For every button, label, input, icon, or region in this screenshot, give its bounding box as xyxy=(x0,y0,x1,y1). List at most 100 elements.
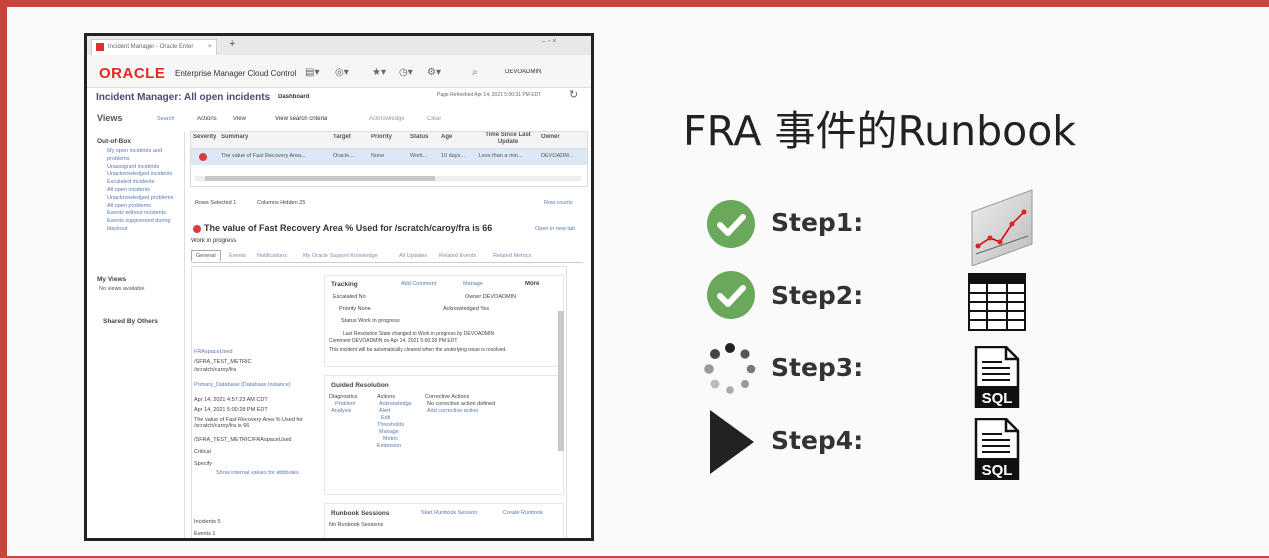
table-icon xyxy=(968,273,1026,331)
detail-value: Critical xyxy=(194,449,211,455)
shared-views-heading[interactable]: Shared By Others xyxy=(103,318,184,325)
count-value: 1 xyxy=(212,531,216,537)
step1-label: Step1: xyxy=(771,208,864,237)
diagnostics-label: Diagnostics xyxy=(329,394,358,400)
column-header[interactable]: Time Since Last Update xyxy=(479,132,537,146)
table-row[interactable]: The value of Fast Recovery Area... Oracl… xyxy=(191,149,587,165)
count-value: 5 xyxy=(217,519,221,525)
view-item[interactable]: Escalated incidents xyxy=(97,179,184,187)
start-runbook-link[interactable]: Start Runbook Session xyxy=(421,510,477,516)
tab-all-updates[interactable]: All Updates xyxy=(399,253,427,259)
browser-tab[interactable]: Incident Manager - Oracle Enter × xyxy=(91,39,217,55)
svg-text:SQL: SQL xyxy=(982,462,1013,479)
view-item[interactable]: All open incidents xyxy=(97,187,184,195)
table-scrollbar[interactable] xyxy=(195,176,581,181)
view-menu[interactable]: View xyxy=(233,116,246,122)
clear-button[interactable]: Clear xyxy=(427,116,441,122)
my-views-heading[interactable]: My Views xyxy=(97,276,184,283)
open-new-tab-link[interactable]: Open in new tab xyxy=(535,226,575,232)
dashboard-link[interactable]: Dashboard xyxy=(278,94,309,100)
new-tab-icon[interactable]: + xyxy=(229,38,235,50)
table-cell: 10 days... xyxy=(441,153,465,159)
tab-related-metrics[interactable]: Related Metrics xyxy=(493,253,531,259)
view-item[interactable]: Unassigned incidents xyxy=(97,164,184,172)
setup-icon[interactable]: ⚙▾ xyxy=(427,67,441,78)
actions-menu[interactable]: Actions xyxy=(197,116,217,122)
corrective-actions-label: Corrective Actions xyxy=(425,394,470,400)
action-link[interactable]: Alert xyxy=(379,408,390,414)
view-item[interactable]: Events without incidents xyxy=(97,210,184,218)
close-icon[interactable]: × xyxy=(208,40,212,54)
step3-loading-icon xyxy=(704,343,756,395)
tab-notifications[interactable]: Notifications xyxy=(257,253,287,259)
step3-label: Step3: xyxy=(771,353,864,382)
detail-value: Apr 14, 2021 5:00:28 PM EDT xyxy=(194,407,268,413)
add-comment-link[interactable]: Add Comment xyxy=(401,281,436,287)
views-panel: Out-of-Box My open incidents and problem… xyxy=(97,132,185,538)
guided-resolution-section: Guided Resolution Diagnostics Problem An… xyxy=(324,375,564,495)
manage-link[interactable]: Manage xyxy=(463,281,483,287)
action-link[interactable]: Manage xyxy=(379,429,399,435)
target-icon[interactable]: ◎▾ xyxy=(335,67,349,78)
svg-text:SQL: SQL xyxy=(982,390,1013,407)
search-link[interactable]: Search xyxy=(157,116,174,122)
view-item[interactable]: Unacknowledged incidents xyxy=(97,171,184,179)
action-link[interactable]: Thresholds xyxy=(377,422,404,428)
add-corrective-link[interactable]: Add corrective action xyxy=(427,408,478,414)
column-header[interactable]: Owner xyxy=(541,134,560,140)
action-link[interactable]: Acknowledge xyxy=(379,401,412,407)
diagnostics-link[interactable]: Analysis xyxy=(331,408,351,414)
auto-clear-checkbox[interactable]: This incident will be automatically clea… xyxy=(329,347,545,353)
table-cell: None xyxy=(371,153,385,159)
detail-value: /SFRA_TEST_METRIC xyxy=(194,359,252,365)
view-item[interactable]: All open problems xyxy=(97,203,184,211)
guided-resolution-heading[interactable]: Guided Resolution xyxy=(331,382,389,389)
tab-related-events[interactable]: Related Events xyxy=(439,253,476,259)
runbook-heading[interactable]: Runbook Sessions xyxy=(331,510,390,517)
detail-value[interactable]: Primary_Database (Database Instance) xyxy=(194,382,291,388)
search-icon[interactable]: ⌕ xyxy=(472,67,478,78)
column-header[interactable]: Summary xyxy=(221,134,248,140)
targets-icon[interactable]: ▤▾ xyxy=(305,67,319,78)
row-counts-link[interactable]: Row counts xyxy=(544,200,573,206)
user-menu[interactable]: DEVOADMIN xyxy=(505,69,541,75)
detail-value[interactable]: FRAspaceUsed xyxy=(194,349,233,355)
em-screenshot: Incident Manager - Oracle Enter × + – ▫ … xyxy=(84,33,594,541)
tracking-heading[interactable]: Tracking xyxy=(331,281,358,288)
refresh-icon[interactable]: ↻ xyxy=(569,88,578,101)
show-internal-values-link[interactable]: Show internal values for attributes xyxy=(216,470,299,476)
incident-table: Severity Summary Target Priority Status … xyxy=(190,131,588,187)
detail-value: Specify xyxy=(194,461,213,467)
create-runbook-link[interactable]: Create Runbook xyxy=(503,510,543,516)
action-link[interactable]: Edit xyxy=(381,415,390,421)
tab-general[interactable]: General xyxy=(191,250,221,261)
column-header[interactable]: Priority xyxy=(371,134,392,140)
window-controls-icon[interactable]: – ▫ × xyxy=(542,38,556,45)
step2-label: Step2: xyxy=(771,281,864,310)
column-header[interactable]: Target xyxy=(333,134,351,140)
out-of-box-heading[interactable]: Out-of-Box xyxy=(97,138,184,145)
view-item[interactable]: Events suppressed during blackout xyxy=(97,218,184,234)
status-field: Status Work in progress xyxy=(341,318,400,324)
tab-mos-knowledge[interactable]: My Oracle Support Knowledge xyxy=(303,253,378,259)
favorites-icon[interactable]: ★▾ xyxy=(372,67,386,78)
more-menu[interactable]: More xyxy=(525,281,539,287)
tab-events[interactable]: Events xyxy=(229,253,246,259)
view-item[interactable]: My open incidents and problems xyxy=(97,148,184,164)
acknowledge-button[interactable]: Acknowledge xyxy=(369,116,405,122)
escalated-field: Escalated No xyxy=(333,294,366,300)
owner-field: Owner DEVOADMIN xyxy=(465,294,517,300)
diagnostics-link[interactable]: Problem xyxy=(335,401,355,407)
action-link[interactable]: Extension xyxy=(377,443,401,449)
column-header[interactable]: Age xyxy=(441,134,452,140)
column-header[interactable]: Status xyxy=(410,134,428,140)
view-search-criteria-button[interactable]: View search criteria xyxy=(275,116,327,122)
history-icon[interactable]: ◷▾ xyxy=(399,67,413,78)
column-header[interactable]: Severity xyxy=(193,134,216,140)
action-link[interactable]: Metric xyxy=(383,436,398,442)
view-item[interactable]: Unacknowledged problems xyxy=(97,195,184,203)
app-name: Enterprise Manager Cloud Control xyxy=(175,69,297,78)
detail-value: The value of Fast Recovery Area % Used f… xyxy=(194,417,303,429)
detail-scrollbar[interactable] xyxy=(558,311,564,451)
runbook-sessions-section: Runbook Sessions Start Runbook Session C… xyxy=(324,503,564,538)
